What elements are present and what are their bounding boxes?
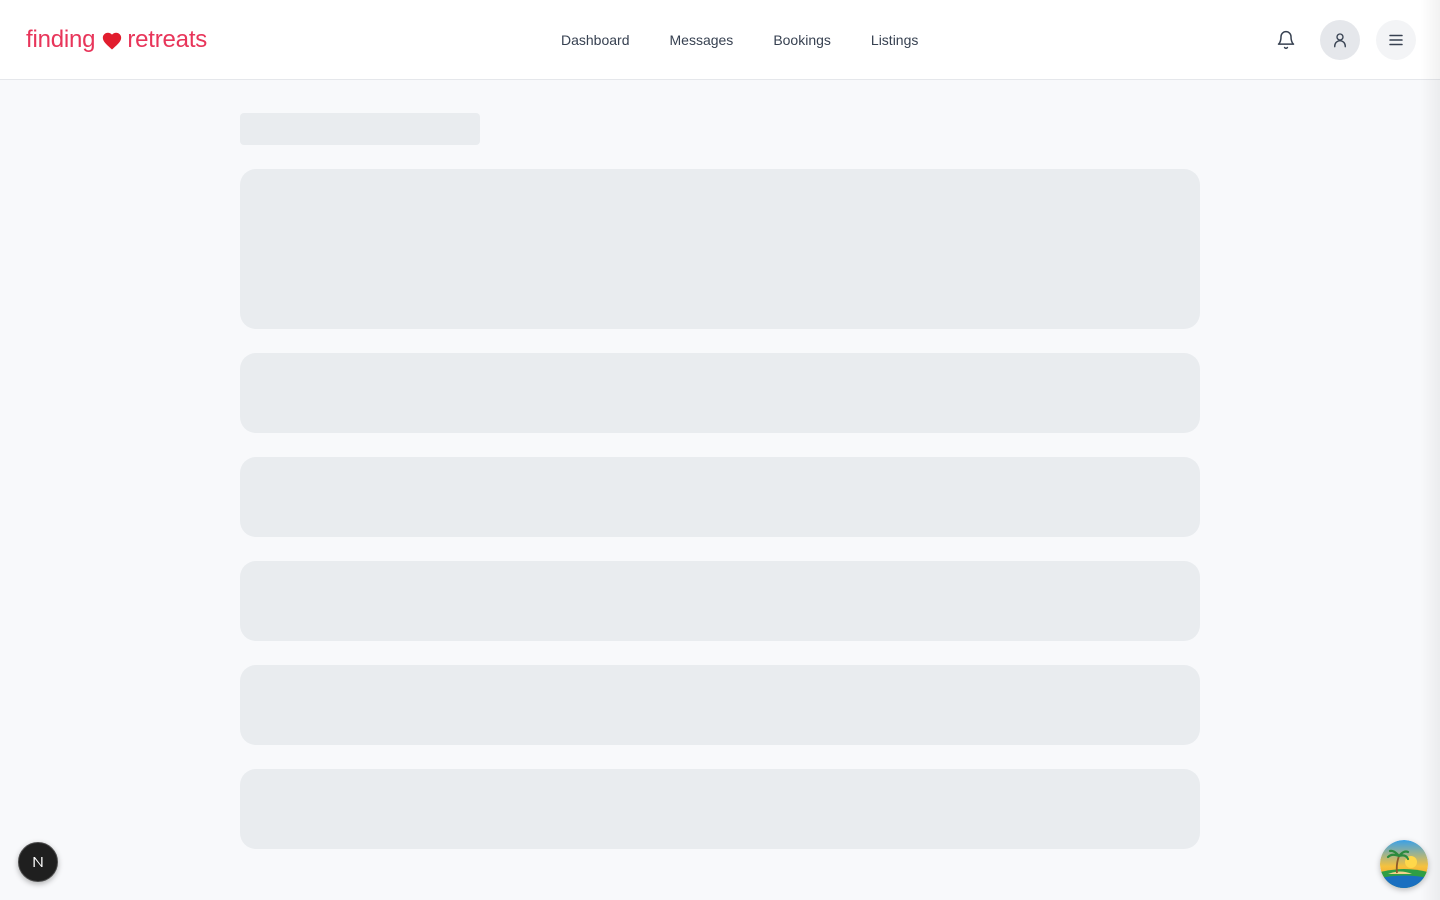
skeleton-row — [240, 561, 1200, 641]
user-icon — [1334, 33, 1346, 48]
brand-name-right: retreats — [127, 26, 208, 53]
nav-bookings[interactable]: Bookings — [773, 30, 831, 50]
nav-dashboard[interactable]: Dashboard — [561, 30, 630, 50]
brand-name-left: finding — [26, 26, 96, 53]
dev-tools-badge[interactable] — [18, 842, 58, 882]
main-nav: Dashboard Messages Bookings Listings — [561, 30, 918, 50]
main-menu-button[interactable] — [1376, 20, 1416, 60]
nav-listings[interactable]: Listings — [871, 30, 918, 50]
beach-island-icon — [1380, 840, 1428, 888]
skeleton-hero-card — [240, 169, 1200, 329]
hamburger-menu-icon — [1389, 34, 1403, 46]
skeleton-row — [240, 769, 1200, 849]
skeleton-page-title — [240, 113, 480, 145]
heart-icon — [101, 30, 123, 52]
skeleton-row — [240, 353, 1200, 433]
bell-icon — [1277, 30, 1295, 50]
user-menu-button[interactable] — [1320, 20, 1360, 60]
top-header: finding retreats Dashboard Messages Book… — [0, 0, 1440, 80]
beach-island-badge[interactable] — [1380, 840, 1428, 888]
brand-logo[interactable]: finding retreats — [26, 24, 207, 56]
n-logo-icon — [33, 857, 43, 867]
nav-messages[interactable]: Messages — [670, 30, 734, 50]
skeleton-row — [240, 665, 1200, 745]
notifications-button[interactable] — [1274, 28, 1298, 52]
scroll-edge-shadow — [1420, 0, 1440, 900]
skeleton-row — [240, 457, 1200, 537]
